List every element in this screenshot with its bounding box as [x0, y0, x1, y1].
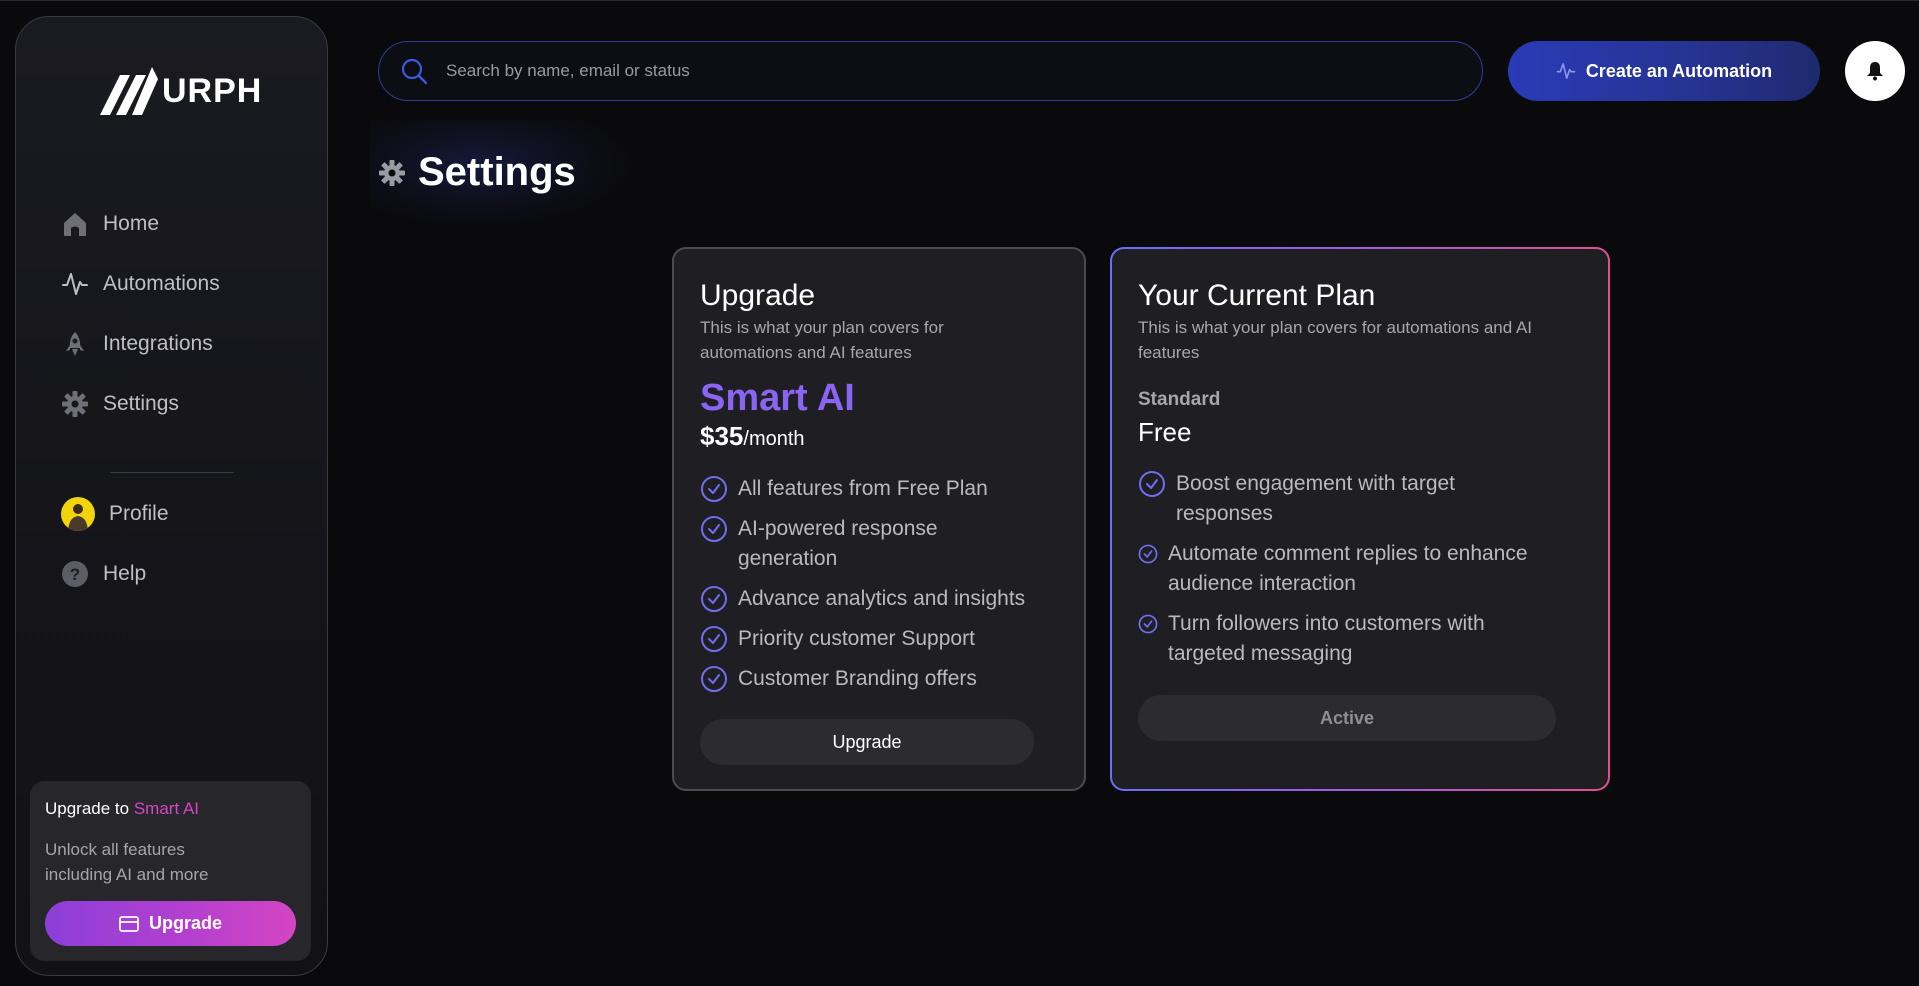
plan-name: Smart AI [700, 377, 855, 419]
feature-item: Advance analytics and insights [700, 584, 1080, 614]
upgrade-promo-title: Upgrade to Smart AI [45, 799, 200, 818]
check-circle-icon [701, 516, 727, 542]
card-title: Upgrade [700, 279, 816, 312]
plan-tier: Standard [1138, 389, 1221, 410]
sidebar-item-help[interactable]: ? Help [30, 548, 310, 600]
sidebar-item-label: Settings [103, 392, 179, 415]
notifications-button[interactable] [1845, 41, 1905, 101]
sidebar-item-label: Home [103, 212, 160, 235]
current-plan-card: Your Current Plan This is what your plan… [1110, 247, 1610, 791]
sidebar-item-label: Integrations [103, 332, 213, 355]
search-bar[interactable]: Search by name, email or status [378, 41, 1483, 101]
upgrade-promo-accent: Smart AI [133, 799, 200, 818]
activity-icon [61, 270, 89, 298]
brand-logo[interactable]: URPH [100, 67, 262, 115]
page-title-text: Settings [418, 150, 576, 194]
feature-item: Automate comment replies to enhance audi… [1138, 539, 1558, 599]
check-circle-icon [1138, 544, 1158, 564]
check-circle-icon [1138, 614, 1158, 634]
rocket-icon [61, 330, 89, 358]
check-circle-icon [701, 666, 727, 692]
check-circle-icon [701, 626, 727, 652]
upgrade-promo: Upgrade to Smart AI Unlock all features … [30, 781, 311, 961]
create-automation-button[interactable]: Create an Automation [1508, 41, 1820, 101]
sidebar-item-settings[interactable]: Settings [30, 378, 310, 430]
help-icon: ? [61, 560, 89, 588]
feature-item: Customer Branding offers [700, 664, 1060, 694]
feature-item: AI-powered response generation [700, 514, 1000, 574]
sidebar-upgrade-label: Upgrade [148, 913, 222, 933]
brand-name: URPH [162, 71, 263, 110]
card-title: Your Current Plan [1138, 279, 1376, 312]
upgrade-promo-description: Unlock all features including AI and mor… [45, 840, 209, 884]
gear-icon [379, 159, 405, 186]
feature-item: All features from Free Plan [700, 474, 1060, 504]
check-circle-icon [701, 476, 727, 502]
sidebar-divider [110, 472, 234, 473]
home-icon [61, 210, 89, 238]
sidebar-item-integrations[interactable]: Integrations [30, 318, 310, 370]
sidebar-upgrade-button[interactable]: Upgrade [45, 901, 296, 946]
sidebar-item-profile[interactable]: Profile [30, 488, 310, 540]
sidebar-item-automations[interactable]: Automations [30, 258, 310, 310]
upgrade-button[interactable]: Upgrade [700, 719, 1034, 765]
search-icon [401, 58, 428, 85]
sidebar-item-home[interactable]: Home [30, 198, 310, 250]
card-description: This is what your plan covers for automa… [1138, 318, 1533, 362]
sidebar-item-label: Help [103, 562, 147, 585]
feature-item: Turn followers into customers with targe… [1138, 609, 1558, 669]
card-description: This is what your plan covers for automa… [700, 318, 944, 362]
plan-price: $35/month [700, 421, 805, 451]
gear-icon [61, 390, 89, 418]
sidebar: URPH Home Automations Integrations Setti… [15, 16, 328, 976]
check-circle-icon [1139, 471, 1165, 497]
avatar [61, 497, 95, 531]
page-title: Settings [378, 150, 576, 195]
svg-text:?: ? [70, 565, 80, 584]
logo-mark-icon [100, 67, 158, 115]
sidebar-item-label: Profile [109, 502, 169, 525]
plan-cost: Free [1138, 417, 1192, 447]
active-status-button: Active [1138, 695, 1556, 741]
bell-icon [1867, 62, 1883, 81]
search-input[interactable]: Search by name, email or status [446, 61, 690, 81]
create-automation-label: Create an Automation [1585, 60, 1773, 81]
upgrade-plan-card: Upgrade This is what your plan covers fo… [672, 247, 1086, 791]
sidebar-item-label: Automations [103, 272, 220, 295]
feature-item: Boost engagement with target responses [1138, 469, 1498, 529]
activity-icon [1556, 63, 1576, 79]
window-top-border [0, 0, 1919, 1]
credit-card-icon [119, 915, 139, 932]
feature-item: Priority customer Support [700, 624, 1060, 654]
check-circle-icon [701, 586, 727, 612]
